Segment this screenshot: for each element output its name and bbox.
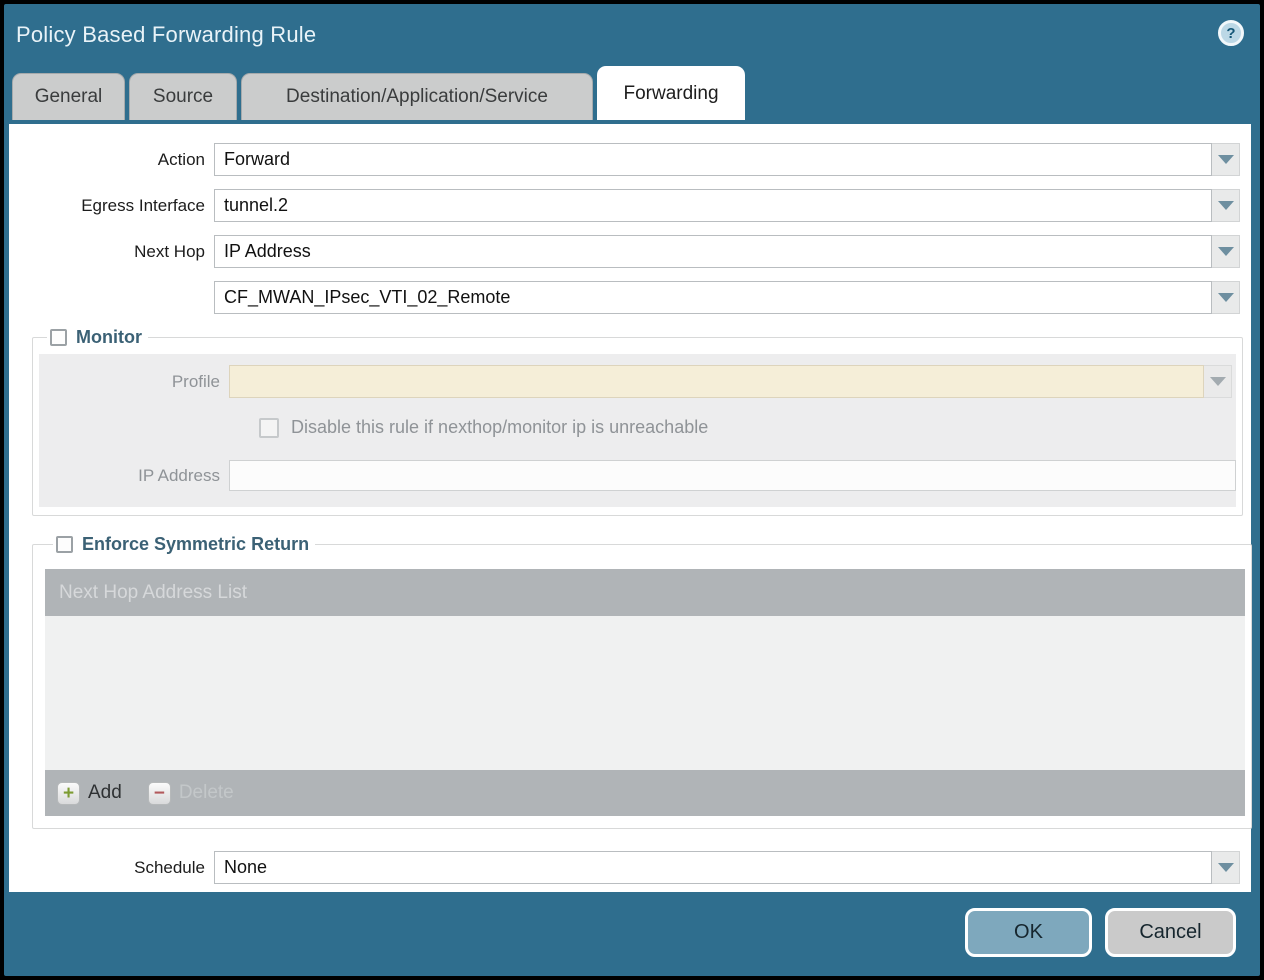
add-button[interactable]: + Add <box>57 782 122 805</box>
monitor-legend: Monitor <box>47 327 148 348</box>
chevron-down-icon <box>1218 155 1234 164</box>
add-button-label: Add <box>88 782 122 804</box>
table-body-empty <box>45 616 1245 770</box>
table-footer: + Add − Delete <box>45 770 1245 816</box>
chevron-down-icon <box>1218 201 1234 210</box>
plus-icon: + <box>57 782 80 805</box>
next-hop-address-dropdown[interactable]: CF_MWAN_IPsec_VTI_02_Remote <box>214 281 1240 314</box>
action-label: Action <box>9 150 214 170</box>
next-hop-address-row: CF_MWAN_IPsec_VTI_02_Remote <box>9 281 1251 314</box>
enforce-symmetric-return-section: Enforce Symmetric Return Next Hop Addres… <box>32 534 1252 829</box>
profile-dropdown-button <box>1204 365 1232 398</box>
schedule-dropdown[interactable]: None <box>214 851 1240 884</box>
tab-content-forwarding: Action Forward Egress Interface tunnel.2… <box>9 124 1251 892</box>
enforce-symmetric-return-checkbox[interactable] <box>56 536 73 553</box>
chevron-down-icon <box>1218 293 1234 302</box>
next-hop-dropdown-button[interactable] <box>1212 235 1240 268</box>
schedule-dropdown-button[interactable] <box>1212 851 1240 884</box>
pbf-rule-dialog: Policy Based Forwarding Rule ? General S… <box>0 0 1264 980</box>
next-hop-dropdown[interactable]: IP Address <box>214 235 1240 268</box>
ok-button[interactable]: OK <box>965 908 1092 957</box>
profile-value <box>229 365 1204 398</box>
profile-dropdown <box>229 365 1232 398</box>
egress-interface-dropdown[interactable]: tunnel.2 <box>214 189 1240 222</box>
minus-icon: − <box>148 782 171 805</box>
next-hop-label: Next Hop <box>9 242 214 262</box>
tab-forwarding[interactable]: Forwarding <box>597 66 745 120</box>
egress-interface-label: Egress Interface <box>9 196 214 216</box>
monitor-ip-input <box>229 460 1236 491</box>
next-hop-row: Next Hop IP Address <box>9 235 1251 268</box>
table-header-next-hop-address-list: Next Hop Address List <box>45 569 1245 616</box>
profile-row: Profile <box>39 365 1236 398</box>
action-row: Action Forward <box>9 143 1251 176</box>
egress-interface-row: Egress Interface tunnel.2 <box>9 189 1251 222</box>
schedule-row: Schedule None <box>9 851 1251 884</box>
tab-bar: General Source Destination/Application/S… <box>4 66 1260 120</box>
action-value[interactable]: Forward <box>214 143 1212 176</box>
enforce-symmetric-return-legend: Enforce Symmetric Return <box>53 534 315 555</box>
monitor-ip-row: IP Address <box>39 459 1236 492</box>
chevron-down-icon <box>1218 863 1234 872</box>
delete-button: − Delete <box>148 782 234 805</box>
egress-interface-value[interactable]: tunnel.2 <box>214 189 1212 222</box>
disable-rule-checkbox <box>259 418 279 438</box>
help-icon[interactable]: ? <box>1218 20 1244 46</box>
monitor-legend-label: Monitor <box>76 327 142 348</box>
tab-source[interactable]: Source <box>129 73 237 120</box>
dialog-footer: OK Cancel <box>4 888 1260 976</box>
disable-rule-row: Disable this rule if nexthop/monitor ip … <box>259 417 1236 438</box>
schedule-value[interactable]: None <box>214 851 1212 884</box>
disable-rule-label: Disable this rule if nexthop/monitor ip … <box>291 417 708 438</box>
monitor-ip-label: IP Address <box>39 466 229 486</box>
enforce-symmetric-return-label: Enforce Symmetric Return <box>82 534 309 555</box>
action-dropdown-button[interactable] <box>1212 143 1240 176</box>
delete-button-label: Delete <box>179 782 234 804</box>
profile-label: Profile <box>39 372 229 392</box>
tab-destination-application-service[interactable]: Destination/Application/Service <box>241 73 593 120</box>
monitor-section: Monitor Profile Disable this rule if nex… <box>32 327 1243 516</box>
dialog-title: Policy Based Forwarding Rule <box>16 22 316 48</box>
next-hop-address-table: Next Hop Address List + Add − Delete <box>45 569 1245 816</box>
next-hop-address-value[interactable]: CF_MWAN_IPsec_VTI_02_Remote <box>214 281 1212 314</box>
monitor-checkbox[interactable] <box>50 329 67 346</box>
monitor-panel: Profile Disable this rule if nexthop/mon… <box>39 354 1236 507</box>
next-hop-address-dropdown-button[interactable] <box>1212 281 1240 314</box>
tab-general[interactable]: General <box>12 73 125 120</box>
action-dropdown[interactable]: Forward <box>214 143 1240 176</box>
title-bar: Policy Based Forwarding Rule ? <box>4 4 1260 66</box>
cancel-button[interactable]: Cancel <box>1105 908 1236 957</box>
egress-interface-dropdown-button[interactable] <box>1212 189 1240 222</box>
chevron-down-icon <box>1218 247 1234 256</box>
chevron-down-icon <box>1210 377 1226 386</box>
next-hop-value[interactable]: IP Address <box>214 235 1212 268</box>
schedule-label: Schedule <box>9 858 214 878</box>
